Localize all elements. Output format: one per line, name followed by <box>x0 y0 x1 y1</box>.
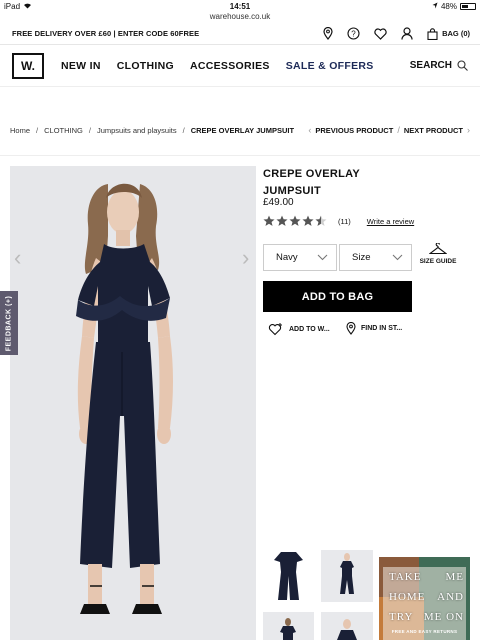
status-time: 14:51 <box>229 1 251 11</box>
location-pin-icon[interactable] <box>323 27 333 40</box>
warehouse-logo[interactable]: W. <box>12 52 44 79</box>
breadcrumb-home[interactable]: Home <box>10 126 30 135</box>
product-title-line1: CREPE OVERLAY <box>263 168 361 180</box>
search-button[interactable]: SEARCH <box>410 60 468 71</box>
star-icon <box>263 215 275 226</box>
nav-sale-offers[interactable]: SALE & OFFERS <box>286 60 374 72</box>
location-pin-icon <box>346 322 356 335</box>
promo-text: FREE DELIVERY OVER £60 | ENTER CODE 60FR… <box>12 29 200 38</box>
add-to-wishlist-button[interactable]: ADD TO W... <box>268 322 330 336</box>
breadcrumb-separator: / <box>88 125 91 135</box>
chevron-down-icon <box>317 254 328 261</box>
previous-product-link[interactable]: PREVIOUS PRODUCT <box>315 126 393 135</box>
svg-text:?: ? <box>351 29 356 38</box>
promo-small-text: FREE AND EASY RETURNS <box>391 629 458 634</box>
promo-line: TRY ME ON <box>389 611 464 623</box>
product-nav-separator: / <box>397 125 400 135</box>
find-in-store-button[interactable]: FIND IN ST... <box>346 322 402 335</box>
promo-word: TRY <box>389 611 414 623</box>
header-divider <box>0 155 480 156</box>
thumbnail-back[interactable] <box>263 612 314 640</box>
size-guide-link[interactable]: SIZE GUIDE <box>416 243 460 265</box>
thumbnail-closeup[interactable] <box>321 612 373 640</box>
colour-value: Navy <box>276 252 298 263</box>
heart-plus-icon <box>268 323 282 336</box>
closeup-thumbnail-image <box>337 619 357 640</box>
chevron-left-icon: ‹ <box>308 125 312 135</box>
thumbnail-garment[interactable] <box>263 550 314 602</box>
image-prev-arrow[interactable]: ‹ <box>14 245 21 271</box>
product-title: CREPE OVERLAY JUMPSUIT <box>263 166 360 200</box>
product-main-image[interactable] <box>10 166 256 640</box>
promo-thumbnail[interactable]: TAKE ME HOME AND TRY ME ON FREE AND EASY… <box>379 557 470 640</box>
heart-icon[interactable] <box>374 27 387 40</box>
colour-select[interactable]: Navy <box>263 244 337 271</box>
promo-word: HOME <box>389 591 426 603</box>
shopping-bag-icon <box>427 27 438 40</box>
review-count: (11) <box>338 216 351 226</box>
back-thumbnail-image <box>280 618 296 640</box>
promo-bar: FREE DELIVERY OVER £60 | ENTER CODE 60FR… <box>0 23 480 45</box>
star-rating <box>263 215 327 227</box>
battery-icon <box>460 2 476 10</box>
size-placeholder: Size <box>352 252 371 263</box>
main-nav: W. NEW IN CLOTHING ACCESSORIES SALE & OF… <box>0 45 480 87</box>
search-icon <box>457 60 468 71</box>
nav-new-in[interactable]: NEW IN <box>61 60 101 72</box>
promo-word: AND <box>437 591 464 603</box>
url-bar[interactable]: warehouse.co.uk <box>0 12 480 23</box>
status-bar: iPad 14:51 48% <box>0 0 480 12</box>
model-thumbnail-image <box>340 553 354 594</box>
feedback-label: FEEDBACK (+) <box>5 295 13 351</box>
wishlist-label: ADD TO W... <box>289 325 330 333</box>
promo-line: HOME AND <box>389 591 464 603</box>
size-guide-label: SIZE GUIDE <box>419 258 457 265</box>
write-review-link[interactable]: Write a review <box>367 217 414 226</box>
size-select[interactable]: Size <box>339 244 412 271</box>
chevron-right-icon: › <box>467 125 470 135</box>
breadcrumb-separator: / <box>36 125 39 135</box>
promo-line: TAKE ME <box>389 571 464 583</box>
image-next-arrow[interactable]: › <box>242 245 249 271</box>
bag-label: BAG (0) <box>442 29 470 38</box>
breadcrumb-jumpsuits[interactable]: Jumpsuits and playsuits <box>97 126 177 135</box>
product-price: £49.00 <box>263 197 294 208</box>
find-in-store-label: FIND IN ST... <box>361 325 403 332</box>
nav-clothing[interactable]: CLOTHING <box>117 60 174 72</box>
next-product-link[interactable]: NEXT PRODUCT <box>404 126 463 135</box>
nav-accessories[interactable]: ACCESSORIES <box>190 60 270 72</box>
bag-button[interactable]: BAG (0) <box>427 27 470 40</box>
breadcrumb-separator: / <box>182 125 185 135</box>
garment-thumbnail-image <box>274 552 303 600</box>
hanger-icon <box>429 243 447 255</box>
star-icon <box>315 215 327 226</box>
help-icon[interactable]: ? <box>347 27 360 40</box>
account-icon[interactable] <box>401 27 413 40</box>
star-icon <box>276 215 288 226</box>
feedback-tab[interactable]: FEEDBACK (+) <box>0 291 18 355</box>
promo-word: TAKE <box>389 571 422 583</box>
star-icon <box>289 215 301 226</box>
breadcrumb-current: CREPE OVERLAY JUMPSUIT <box>190 125 295 135</box>
promo-word: ME ON <box>423 611 464 623</box>
chevron-down-icon <box>392 254 403 261</box>
promo-word: ME <box>445 571 464 583</box>
breadcrumb: Home / CLOTHING / Jumpsuits and playsuit… <box>10 125 470 135</box>
model-figure <box>76 183 173 614</box>
add-to-bag-button[interactable]: ADD TO BAG <box>263 281 412 312</box>
product-rating: (11) Write a review <box>263 215 414 227</box>
thumbnail-model-full[interactable] <box>321 550 373 602</box>
star-icon <box>302 215 314 226</box>
search-label: SEARCH <box>409 60 452 71</box>
breadcrumb-clothing[interactable]: CLOTHING <box>44 126 83 135</box>
